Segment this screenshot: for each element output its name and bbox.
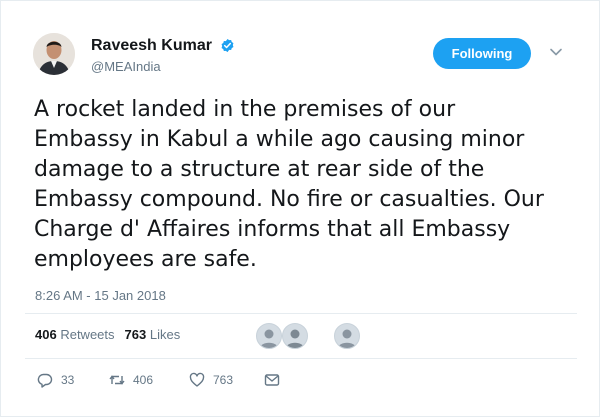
reply-count: 33 [61,373,75,387]
author-name[interactable]: Raveesh Kumar [91,37,212,55]
like-count: 763 [213,373,234,387]
tweet-text-line: employees are safe. [34,247,257,272]
tweet-card: Raveesh Kumar @MEAIndia Following A rock… [0,0,600,417]
tweet-text-line: damage to a structure at rear side of th… [34,157,485,182]
tweet-stats: 406 Retweets 763 Likes [35,327,180,342]
liker-avatar[interactable] [256,323,282,349]
likes-stat[interactable]: 763 Likes [125,327,181,342]
retweet-icon [109,375,125,385]
avatar[interactable] [33,33,75,75]
like-icon [189,372,205,387]
direct-message-button[interactable] [264,372,280,388]
tweet-text-line: Embassy in Kabul a while ago causing min… [34,127,525,152]
retweet-button[interactable]: 406 [109,372,153,388]
retweets-stat[interactable]: 406 Retweets [35,327,115,342]
tweet-text-line: Charge d' Affaires informs that all Emba… [34,217,511,242]
verified-badge-icon [221,38,234,53]
liker-avatar[interactable] [334,323,360,349]
liker-avatar[interactable] [282,323,308,349]
tweet-text-line: A rocket landed in the premises of our [34,97,456,122]
author-handle[interactable]: @MEAIndia [91,59,161,74]
chevron-down-icon[interactable] [549,45,563,59]
reply-icon [37,373,53,388]
reply-button[interactable]: 33 [37,372,74,388]
tweet-timestamp[interactable]: 8:26 AM - 15 Jan 2018 [35,288,166,303]
divider [25,358,577,359]
following-button[interactable]: Following [433,38,531,69]
like-button[interactable]: 763 [189,372,233,388]
divider [25,313,577,314]
retweets-count: 406 [35,327,57,342]
retweets-label: Retweets [60,327,115,342]
tweet-text: A rocket landed in the premises of our E… [34,95,574,275]
likes-count: 763 [124,327,147,342]
direct-message-icon [264,374,280,386]
likes-label: Likes [149,327,181,342]
tweet-text-line: Embassy compound. No fire or casualties.… [34,187,544,212]
retweet-count: 406 [133,373,154,387]
